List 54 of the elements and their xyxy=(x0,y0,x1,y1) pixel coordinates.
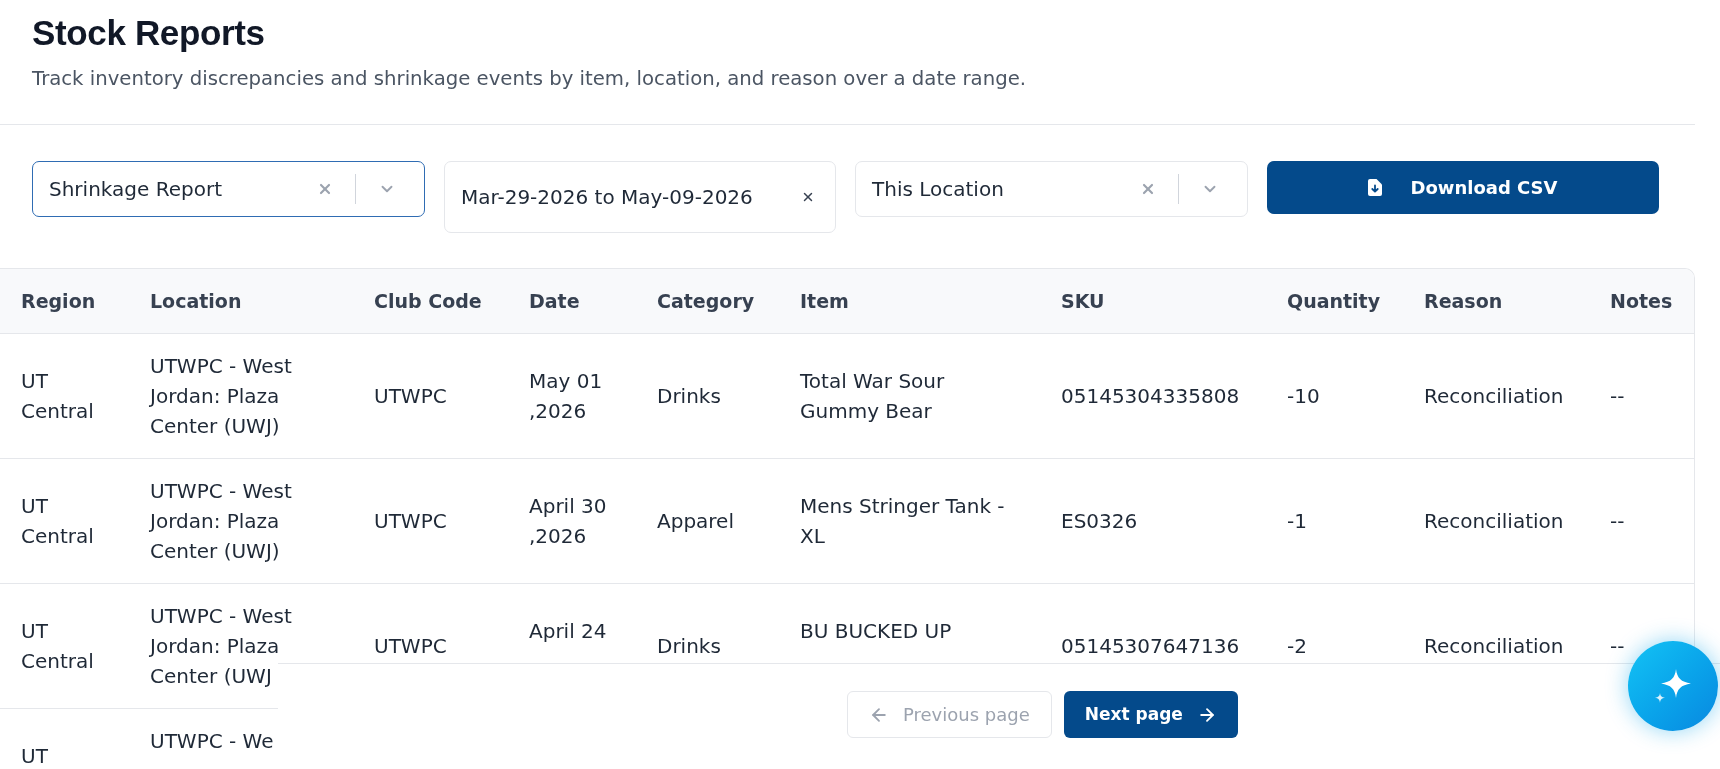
select-field[interactable]: Shrinkage Report xyxy=(32,161,425,217)
table-cell: -2 xyxy=(1287,634,1307,658)
table-cell: Reconciliation xyxy=(1424,634,1564,658)
table-cell: UTWPC - We xyxy=(150,729,274,753)
table-cell: UT xyxy=(21,744,48,768)
table-cell: Drinks xyxy=(657,634,721,658)
column-header: Club Code xyxy=(374,288,482,314)
column-header: Location xyxy=(150,288,242,314)
table-cell: Reconciliation xyxy=(1424,509,1564,533)
table-cell: -- xyxy=(1610,509,1625,533)
table-cell: UTWPC xyxy=(374,384,447,408)
column-header: Category xyxy=(657,288,755,314)
table-cell: UTWPC xyxy=(374,509,447,533)
table-cell: Mens Stringer Tank - XL xyxy=(800,494,1005,548)
select-field[interactable]: This Location xyxy=(855,161,1248,217)
table-cell: -- xyxy=(1610,384,1625,408)
download-button[interactable]: Download CSV xyxy=(1267,161,1659,214)
table-cell: BU BUCKED UP xyxy=(800,619,952,643)
column-header: Region xyxy=(21,288,96,314)
table-cell: UT Central xyxy=(21,369,94,423)
page-title: Stock Reports xyxy=(32,13,265,53)
table-cell: UTWPC - West Jordan: Plaza Center (UWJ xyxy=(150,604,292,688)
table-cell: April 30 ,2026 xyxy=(529,494,607,548)
table-cell: 05145304335808 xyxy=(1061,384,1240,408)
close-icon[interactable] xyxy=(801,190,815,204)
table-cell: UTWPC - West Jordan: Plaza Center (UWJ) xyxy=(150,479,292,563)
table-cell: April 24 xyxy=(529,619,607,643)
column-header: Date xyxy=(529,288,580,314)
sparkle-icon xyxy=(1655,669,1691,703)
table-cell: 05145307647136 xyxy=(1061,634,1240,658)
date-range-field[interactable]: Mar-29-2026 to May-09-2026 xyxy=(444,161,836,233)
clear-icon[interactable] xyxy=(1140,181,1156,197)
table-cell: Total War Sour Gummy Bear xyxy=(800,369,945,423)
file-download-icon xyxy=(1368,179,1383,196)
table-cell: -10 xyxy=(1287,384,1320,408)
column-header: Reason xyxy=(1424,288,1503,314)
table-cell: UTWPC xyxy=(374,634,447,658)
column-header: Item xyxy=(800,288,849,314)
table-cell: UTWPC - West Jordan: Plaza Center (UWJ) xyxy=(150,354,292,438)
table-cell: ES0326 xyxy=(1061,509,1138,533)
table-cell: Reconciliation xyxy=(1424,384,1564,408)
next-page-button[interactable]: Next page xyxy=(1063,691,1238,738)
table-cell: Apparel xyxy=(657,509,734,533)
table-cell: Drinks xyxy=(657,384,721,408)
column-header: SKU xyxy=(1061,288,1105,314)
table-cell: -- xyxy=(1610,634,1625,658)
table-cell: UT Central xyxy=(21,619,94,673)
clear-icon[interactable] xyxy=(317,181,333,197)
column-header: Notes xyxy=(1610,288,1673,314)
table-cell: -1 xyxy=(1287,509,1307,533)
column-header: Quantity xyxy=(1287,288,1381,314)
table-cell: May 01 ,2026 xyxy=(529,369,603,423)
table-cell: UT Central xyxy=(21,494,94,548)
page-subtitle: Track inventory discrepancies and shrinkage events by item, location, and reason over a date range. xyxy=(32,66,1026,92)
